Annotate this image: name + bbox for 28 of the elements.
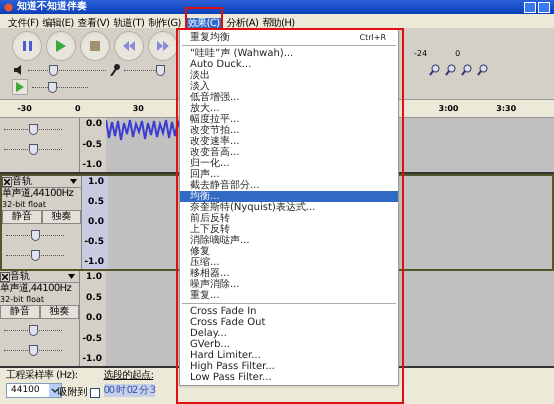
scale-label: -0.5 xyxy=(82,334,102,344)
scale-label: 0.5 xyxy=(86,294,102,302)
scale-label: -1.0 xyxy=(82,355,102,364)
track-format: 单声道,44100Hz xyxy=(0,283,72,295)
scale-label: 1.0 xyxy=(88,178,104,187)
scale-label: -1.0 xyxy=(84,258,104,267)
meter-tick: 0 xyxy=(455,50,460,58)
track-format: 单声道,44100Hz xyxy=(2,188,74,200)
scale-label: -0.5 xyxy=(84,238,104,247)
shortcut-label: Ctrl+R xyxy=(360,32,386,43)
ruler-label: 3:30 xyxy=(496,104,518,112)
selection-start-label: 选段的起点: xyxy=(104,371,154,381)
scale-label: 0.0 xyxy=(88,218,104,227)
scale-label: 0.0 xyxy=(86,314,102,323)
window-title: 知道不知道伴奏 xyxy=(17,2,87,12)
ruler-label: 0 xyxy=(75,104,82,112)
scale-label: 1.0 xyxy=(86,273,102,282)
ruler-label: -30 xyxy=(17,104,33,112)
scale-label: 0.0 xyxy=(86,120,102,129)
track-depth: 32-bit float xyxy=(2,200,48,210)
scale-label: 0.5 xyxy=(88,198,104,207)
ruler-label: 3:00 xyxy=(438,104,460,112)
scale-label: -1.0 xyxy=(82,161,102,170)
scale-label: -0.5 xyxy=(82,140,102,150)
meter-tick: -24 xyxy=(414,50,428,58)
ruler-label: 30 xyxy=(132,104,145,112)
sample-rate-label: 工程采样率 (Hz): xyxy=(6,371,78,381)
track-depth: 32-bit float xyxy=(0,295,46,305)
